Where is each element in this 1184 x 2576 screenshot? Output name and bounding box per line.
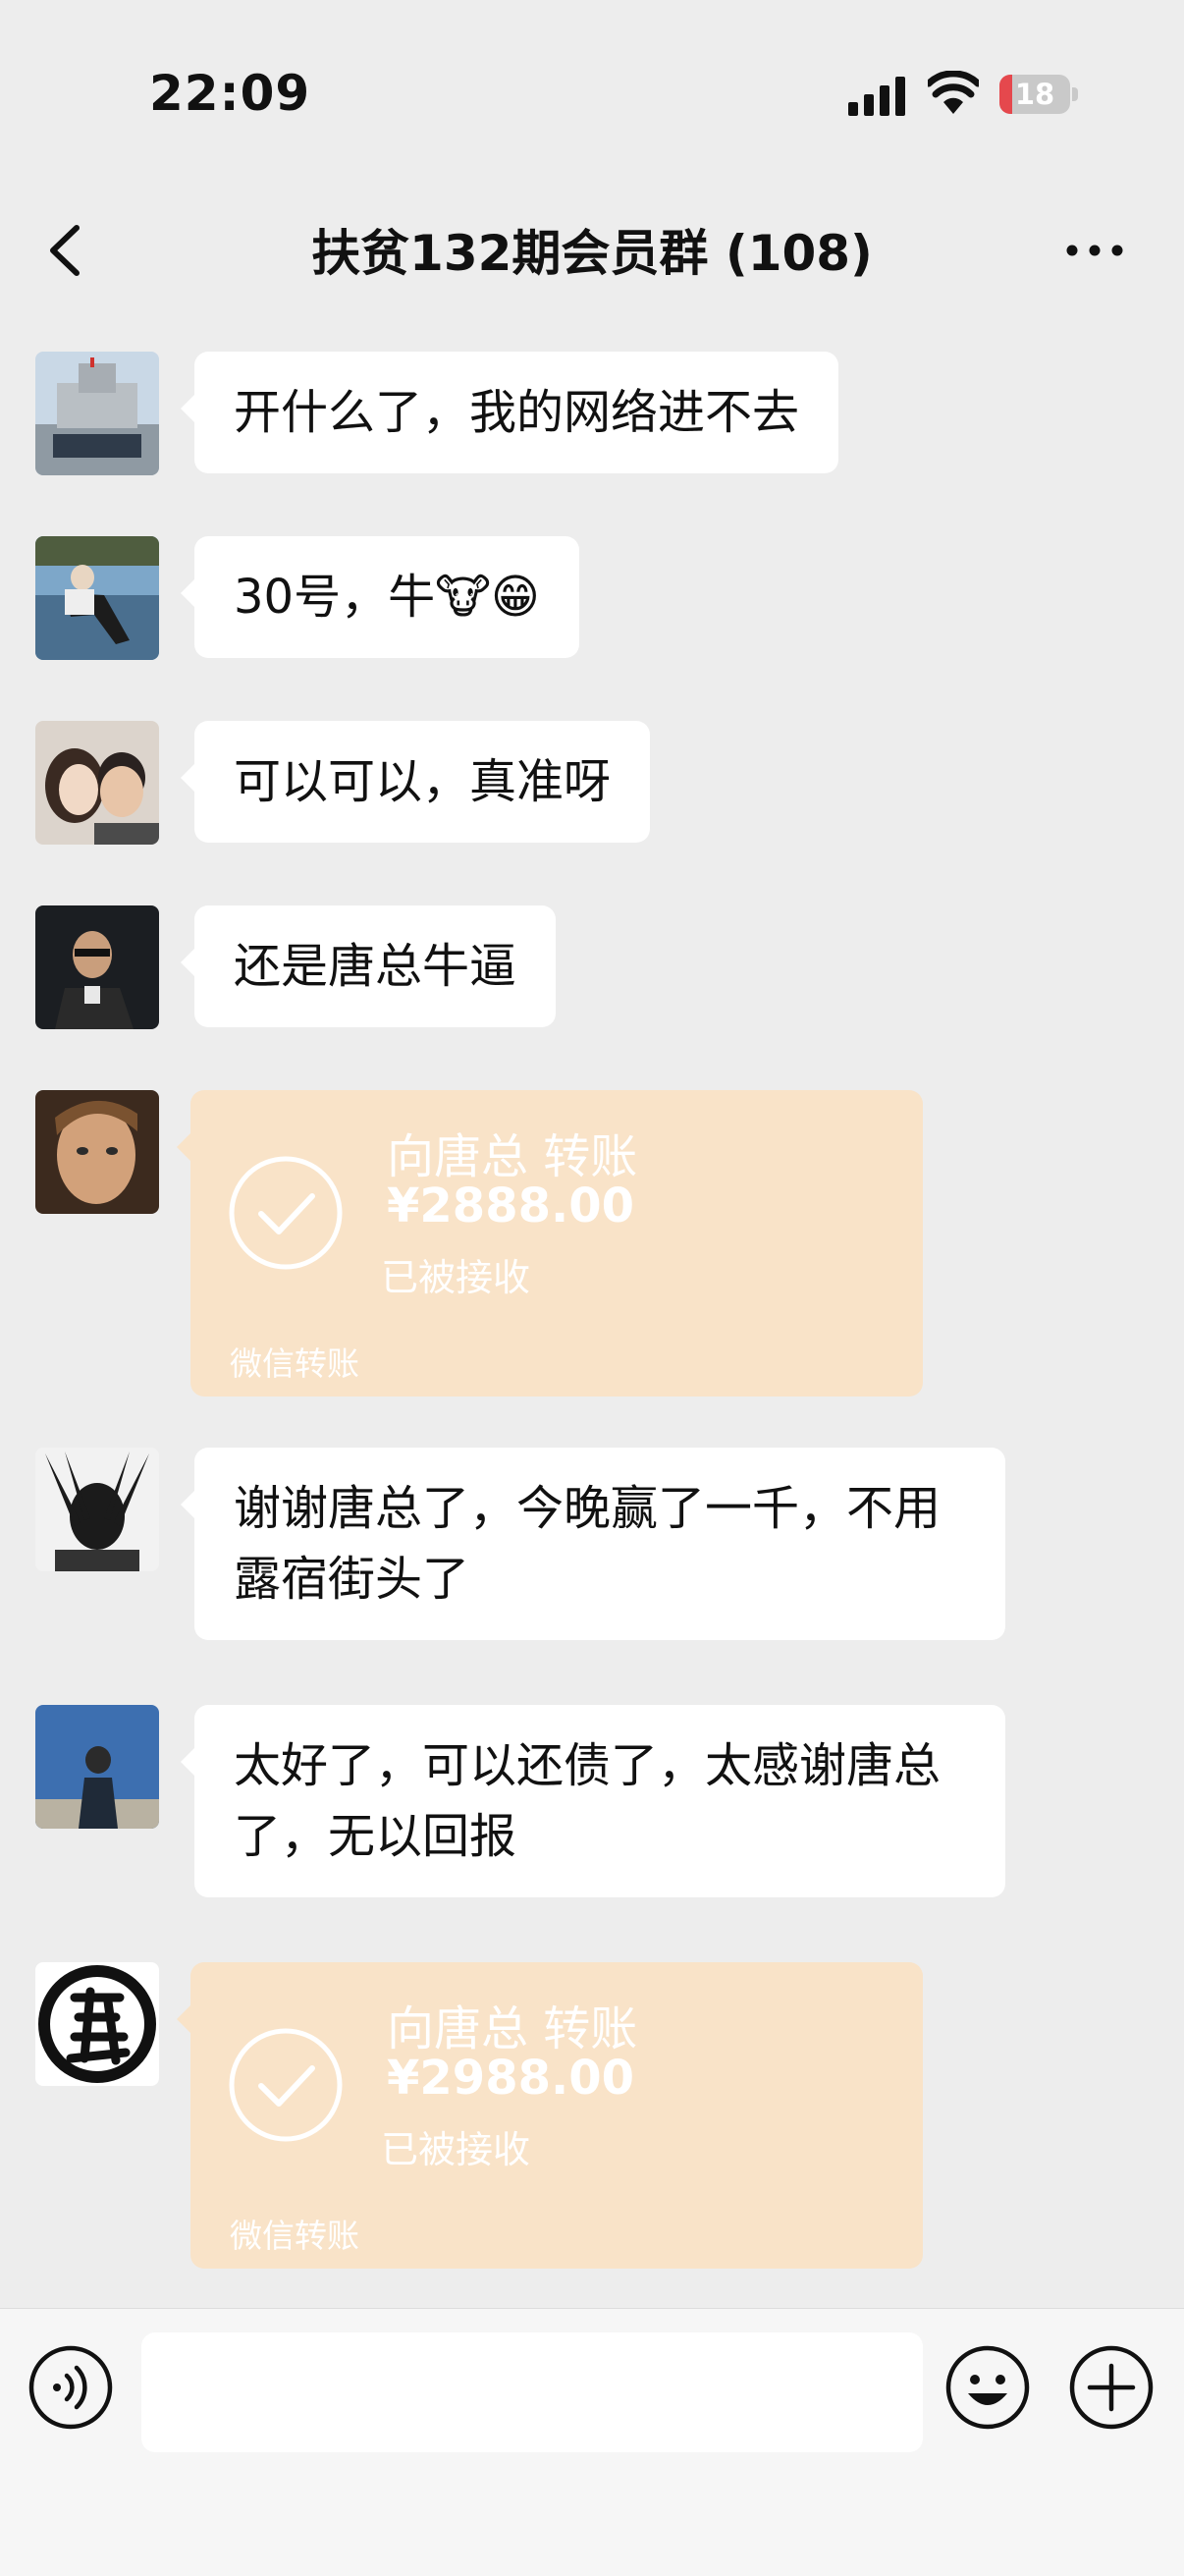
status-bar: 22:09 18 (0, 0, 1184, 187)
message-input[interactable] (141, 2332, 923, 2452)
message-bubble[interactable]: 还是唐总牛逼 (180, 905, 557, 1027)
transfer-amount: ¥2888.00 (387, 1178, 635, 1233)
battery-percent: 18 (1014, 78, 1055, 111)
cellular-signal-icon (848, 77, 905, 116)
avatar[interactable] (35, 536, 159, 660)
message-bubble[interactable]: 太好了，可以还债了，太感谢唐总了，无以回报 (181, 1705, 1005, 1897)
avatar[interactable] (35, 1448, 159, 1571)
avatar[interactable] (35, 721, 159, 845)
message-bubble[interactable]: 30号，牛🐮😁 (181, 536, 579, 658)
emoji-icon[interactable] (944, 2344, 1031, 2431)
transfer-card[interactable]: 向唐总 转账 ¥2888.00 已被接收 微信转账 (177, 1090, 923, 1397)
avatar[interactable] (35, 352, 159, 475)
avatar[interactable] (35, 905, 159, 1029)
transfer-status: 已被接收 (381, 2128, 531, 2171)
message-bubble[interactable]: 开什么了，我的网络进不去 (180, 352, 839, 473)
transfer-card[interactable]: 向唐总 转账 ¥2988.00 已被接收 微信转账 (177, 1962, 923, 2269)
chat-title: 扶贫132期会员群 (108) (311, 225, 873, 282)
transfer-status: 已被接收 (381, 1256, 531, 1299)
avatar[interactable] (35, 1705, 159, 1829)
transfer-title: 向唐总 转账 (387, 1129, 638, 1184)
back-arrow-icon[interactable] (39, 216, 98, 285)
input-bar (0, 2308, 1184, 2576)
battery-indicator: 18 (999, 75, 1078, 116)
message-list[interactable]: 开什么了，我的网络进不去 30号，牛🐮😁 可以可以，真准呀 还是唐总牛逼 向唐总… (0, 334, 1184, 2293)
plus-icon[interactable] (1068, 2344, 1155, 2431)
transfer-title: 向唐总 转账 (387, 2001, 638, 2056)
transfer-footer: 微信转账 (230, 2217, 359, 2255)
avatar[interactable] (35, 1090, 159, 1214)
chat-header: 扶贫132期会员群 (108) (0, 187, 1184, 314)
more-options-icon[interactable] (1060, 226, 1129, 275)
wifi-icon (928, 71, 979, 114)
check-circle-icon (229, 2028, 343, 2142)
transfer-amount: ¥2988.00 (387, 2051, 635, 2106)
check-circle-icon (229, 1156, 343, 1270)
transfer-footer: 微信转账 (230, 1344, 359, 1383)
status-time: 22:09 (149, 65, 311, 122)
voice-input-icon[interactable] (27, 2344, 114, 2431)
message-bubble[interactable]: 谢谢唐总了，今晚赢了一千，不用露宿街头了 (181, 1448, 1005, 1640)
avatar[interactable] (35, 1962, 159, 2086)
message-bubble[interactable]: 可以可以，真准呀 (180, 721, 651, 843)
